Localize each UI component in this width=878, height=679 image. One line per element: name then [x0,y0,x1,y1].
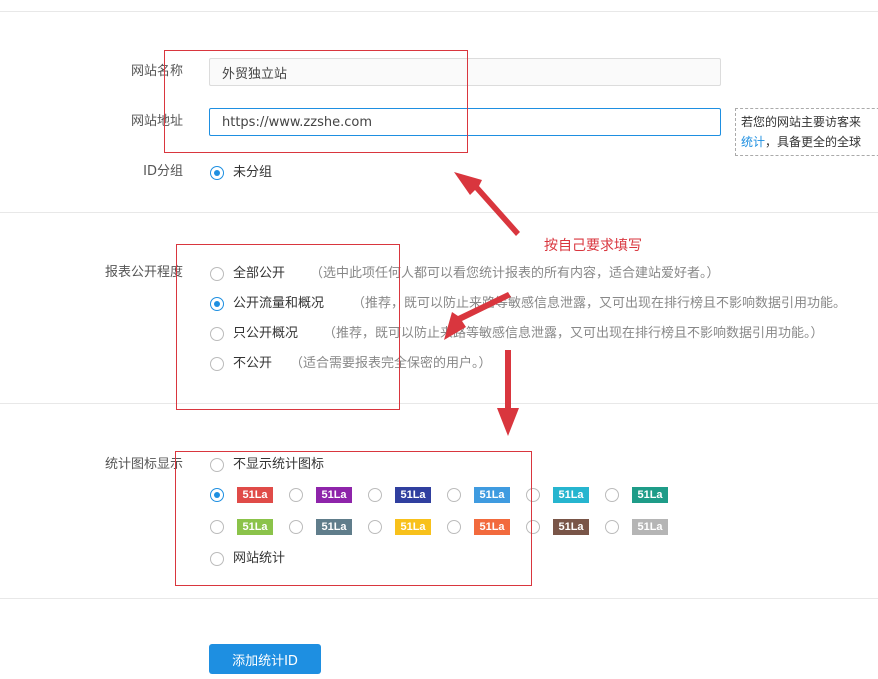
arrow-up-left [454,172,520,236]
annotation-arrows [444,172,520,436]
arrow-down-left [444,292,511,340]
arrow-down [497,350,519,436]
